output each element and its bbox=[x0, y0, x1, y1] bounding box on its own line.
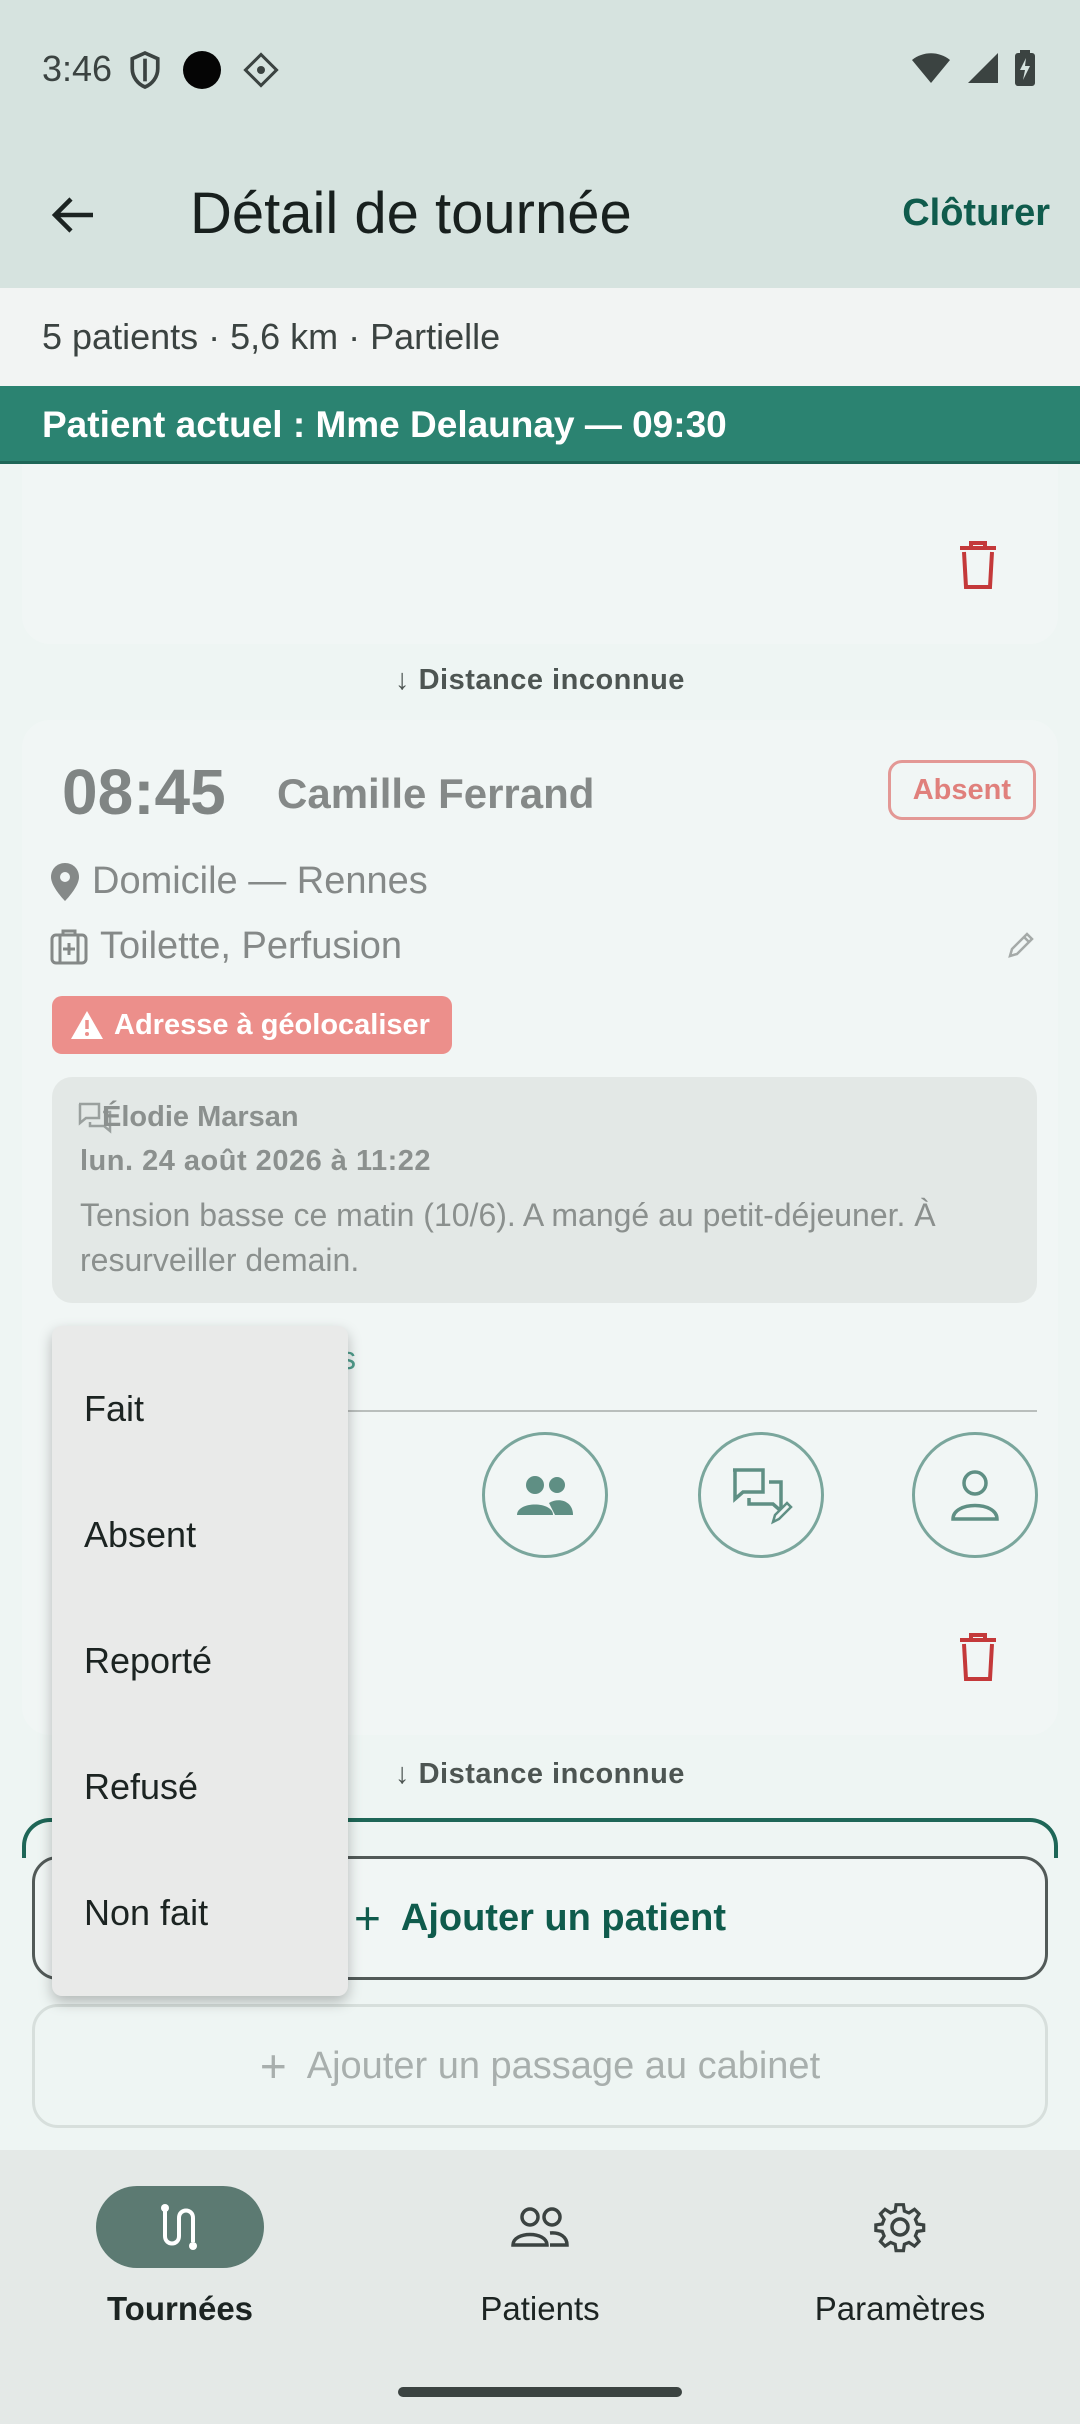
page-title: Détail de tournée bbox=[190, 181, 632, 246]
warning-icon bbox=[71, 1011, 103, 1039]
plus-icon: + bbox=[259, 2040, 287, 2092]
back-button[interactable] bbox=[40, 182, 106, 248]
status-time: 3:46 bbox=[42, 48, 113, 89]
nav-item-patients[interactable]: Patients bbox=[390, 2186, 690, 2346]
note-box: Élodie Marsan lun. 24 août 2026 à 11:22 … bbox=[52, 1077, 1037, 1303]
status-badge[interactable]: Absent bbox=[887, 760, 1036, 820]
edit-pencil-icon[interactable] bbox=[1006, 930, 1036, 960]
visit-time: 08:45 bbox=[62, 756, 226, 828]
cloturer-button[interactable]: Clôturer bbox=[902, 192, 1050, 235]
location-row: Domicile — Rennes bbox=[50, 860, 428, 903]
trash-icon[interactable] bbox=[956, 540, 1000, 590]
current-patient-text: Patient actuel : Mme Delaunay — 09:30 bbox=[42, 404, 727, 445]
status-dropdown-menu: Fait Absent Reporté Refusé Non fait bbox=[52, 1326, 348, 1996]
medical-bag-icon bbox=[50, 929, 88, 964]
status-option-fait[interactable]: Fait bbox=[52, 1346, 348, 1472]
status-icons-left bbox=[128, 50, 280, 90]
nav-icon-slot bbox=[456, 2186, 624, 2268]
status-option-absent[interactable]: Absent bbox=[52, 1472, 348, 1598]
location-text: Domicile — Rennes bbox=[92, 860, 428, 902]
distance-text: Distance inconnue bbox=[418, 1758, 685, 1790]
nav-active-indicator bbox=[96, 2186, 264, 2268]
nav-item-tournees[interactable]: Tournées bbox=[30, 2186, 330, 2346]
battery-icon bbox=[1015, 50, 1035, 86]
person-button[interactable] bbox=[912, 1432, 1038, 1558]
camera-dot-icon bbox=[183, 51, 221, 89]
tour-summary-text: 5 patients · 5,6 km · Partielle bbox=[42, 316, 501, 357]
nav-label-parametres: Paramètres bbox=[814, 2290, 986, 2327]
status-option-refuse[interactable]: Refusé bbox=[52, 1724, 348, 1850]
route-icon bbox=[161, 2204, 197, 2250]
geolocate-warning-badge[interactable]: Adresse à géolocaliser bbox=[52, 996, 452, 1054]
add-cabinet-label: Ajouter un passage au cabinet bbox=[306, 2044, 821, 2087]
app-bar: Détail de tournée Clôturer bbox=[0, 140, 1080, 288]
distance-arrow: ↓ bbox=[395, 664, 411, 696]
distance-text: Distance inconnue bbox=[418, 664, 685, 696]
person-icon bbox=[951, 1470, 999, 1521]
patient-name[interactable]: Camille Ferrand bbox=[277, 770, 594, 818]
nav-icon-slot bbox=[816, 2186, 984, 2268]
status-bar: 3:46 bbox=[0, 0, 1080, 140]
gear-icon bbox=[874, 2203, 926, 2253]
add-cabinet-button[interactable]: + Ajouter un passage au cabinet bbox=[32, 2004, 1048, 2128]
tour-summary: 5 patients · 5,6 km · Partielle bbox=[0, 288, 1080, 386]
trash-icon[interactable] bbox=[956, 1632, 1000, 1682]
current-patient-banner: Patient actuel : Mme Delaunay — 09:30 bbox=[0, 386, 1080, 464]
nav-label-tournees: Tournées bbox=[106, 2290, 254, 2327]
nav-item-parametres[interactable]: Paramètres bbox=[750, 2186, 1050, 2346]
group-icon bbox=[517, 1476, 573, 1515]
add-patient-label: Ajouter un patient bbox=[400, 1896, 726, 1939]
location-pin-icon bbox=[51, 862, 79, 901]
bottom-navigation: Tournées Patients Paramètres bbox=[0, 2150, 1080, 2424]
distance-arrow: ↓ bbox=[395, 1758, 411, 1790]
care-row: Toilette, Perfusion bbox=[50, 925, 402, 968]
nav-label-patients: Patients bbox=[480, 2290, 600, 2327]
group-button[interactable] bbox=[482, 1432, 608, 1558]
arrow-back-icon bbox=[51, 197, 93, 233]
care-text: Toilette, Perfusion bbox=[100, 925, 403, 967]
geolocate-warning-text: Adresse à géolocaliser bbox=[114, 1008, 430, 1041]
distance-label-top: ↓ Distance inconnue bbox=[0, 664, 1080, 697]
shield-icon bbox=[130, 50, 160, 89]
note-author: Élodie Marsan bbox=[102, 1101, 299, 1133]
chat-edit-icon bbox=[733, 1468, 793, 1525]
previous-visit-card bbox=[22, 464, 1058, 644]
plus-icon: + bbox=[354, 1892, 381, 1944]
status-option-reporte[interactable]: Reporté bbox=[52, 1598, 348, 1724]
home-indicator[interactable] bbox=[398, 2387, 682, 2397]
status-icons-right bbox=[910, 50, 1036, 86]
note-date: lun. 24 août 2026 à 11:22 bbox=[80, 1145, 432, 1177]
signal-icon bbox=[968, 53, 998, 83]
note-text: Tension basse ce matin (10/6). A mangé a… bbox=[80, 1197, 936, 1278]
people-icon bbox=[511, 2207, 569, 2247]
chat-edit-button[interactable] bbox=[698, 1432, 824, 1558]
status-option-non-fait[interactable]: Non fait bbox=[52, 1850, 348, 1976]
vpn-diamond-icon bbox=[243, 52, 279, 88]
wifi-icon bbox=[912, 53, 950, 83]
